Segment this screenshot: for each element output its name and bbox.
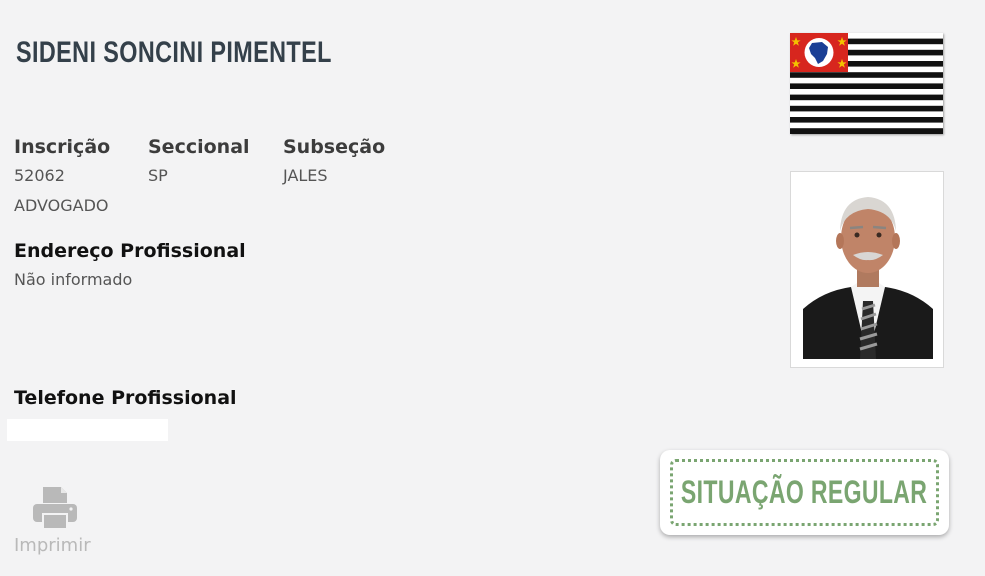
sao-paulo-flag <box>790 33 943 134</box>
subsection-label: Subseção <box>283 136 386 158</box>
phone-value <box>7 419 168 441</box>
registration-label: Inscrição <box>14 136 111 158</box>
status-text: SITUAÇÃO REGULAR <box>681 474 928 510</box>
address-section: Endereço Profissional Não informado <box>14 240 246 289</box>
printer-icon <box>33 487 77 529</box>
section-field: Seccional SP <box>148 136 250 185</box>
phone-label: Telefone Profissional <box>14 387 237 409</box>
subsection-field: Subseção JALES <box>283 136 385 185</box>
photo-frame <box>790 171 944 368</box>
section-label: Seccional <box>148 136 250 158</box>
lawyer-name: SIDENI SONCINI PIMENTEL <box>16 36 332 69</box>
section-value: SP <box>148 166 168 185</box>
status-badge: SITUAÇÃO REGULAR <box>660 450 949 535</box>
phone-section: Telefone Profissional <box>14 387 237 409</box>
print-label: Imprimir <box>14 535 91 556</box>
lawyer-photo <box>803 183 933 359</box>
registration-field: Inscrição 52062 <box>14 136 110 185</box>
professional-type: ADVOGADO <box>14 196 109 215</box>
subsection-value: JALES <box>283 166 328 185</box>
address-label: Endereço Profissional <box>14 240 246 262</box>
address-value: Não informado <box>14 270 133 289</box>
status-border: SITUAÇÃO REGULAR <box>670 459 939 526</box>
registration-value: 52062 <box>14 166 65 185</box>
